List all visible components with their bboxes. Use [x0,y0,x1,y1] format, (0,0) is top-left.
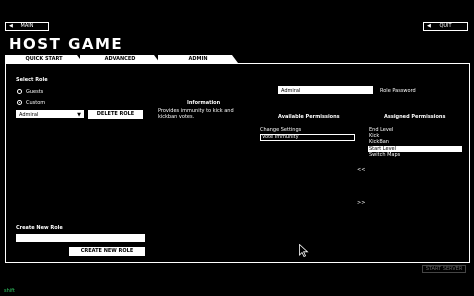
main-button-label: MAIN [20,23,34,29]
select-role-label: Select Role [16,77,48,83]
available-permission-item[interactable]: Change Settings [260,127,301,133]
move-left-button[interactable]: << [357,167,365,173]
tab-admin[interactable]: ADMIN [158,55,238,63]
radio-guests-label: Guests [26,89,44,95]
available-permission-item[interactable]: Vote Immunity [260,134,355,141]
page-title: HOST GAME [9,35,124,53]
move-right-button[interactable]: >> [357,200,365,206]
back-arrow-icon: ◀ [427,23,431,29]
role-dropdown-value: Admiral [19,112,39,118]
radio-custom-label: Custom [26,100,46,106]
mouse-cursor-icon [299,244,309,257]
role-password-field[interactable]: Admiral [278,86,373,94]
assigned-permissions-heading: Assigned Permissions [384,114,446,120]
tab-advanced[interactable]: ADVANCED [80,55,160,63]
information-text: Provides immunity to kick and kickban vo… [158,108,234,120]
shift-hint: shift [4,288,15,294]
radio-guests[interactable] [17,89,22,94]
chevron-down-icon: ▼ [77,112,81,118]
delete-role-button[interactable]: DELETE ROLE [88,110,143,119]
radio-custom[interactable] [17,100,22,105]
quit-button[interactable]: ◀ QUIT [423,22,468,31]
create-role-input[interactable] [16,234,145,242]
available-permissions-heading: Available Permissions [278,114,340,120]
assigned-permission-item[interactable]: Switch Maps [369,152,400,158]
main-button[interactable]: ◀ MAIN [5,22,49,31]
assigned-permission-item[interactable]: KickBan [369,139,389,145]
quit-button-label: QUIT [439,23,452,29]
create-role-label: Create New Role [16,225,63,231]
role-dropdown[interactable]: Admiral ▼ [16,110,84,118]
tab-quick-start[interactable]: QUICK START [5,55,83,63]
back-arrow-icon: ◀ [9,23,13,29]
information-heading: Information [187,100,221,106]
create-role-button[interactable]: CREATE NEW ROLE [69,247,145,256]
start-server-button[interactable]: START SERVER [422,265,466,273]
role-password-label: Role Password [380,88,416,94]
